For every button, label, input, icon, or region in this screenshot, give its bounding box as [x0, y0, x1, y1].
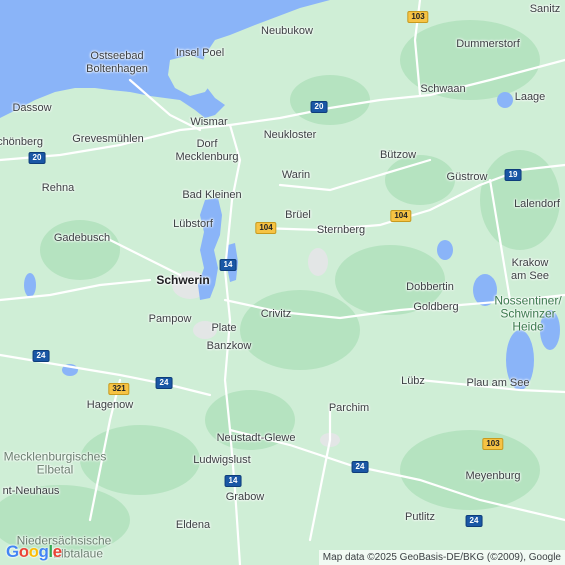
region-label-heide[interactable]: Heide: [512, 320, 543, 334]
town-label-grabow[interactable]: Grabow: [226, 491, 265, 503]
town-label-putlitz[interactable]: Putlitz: [405, 511, 435, 523]
road-shield-a20-west: 20: [28, 152, 46, 164]
town-label-plate[interactable]: Plate: [211, 322, 236, 334]
town-label-eldena[interactable]: Eldena: [176, 519, 210, 531]
town-label-sternberg[interactable]: Sternberg: [317, 224, 365, 236]
town-label-plau[interactable]: Plau am See: [467, 377, 530, 389]
town-label-gadebusch[interactable]: Gadebusch: [54, 232, 110, 244]
road-shield-a24-east: 24: [351, 461, 369, 473]
road-shield-a14-south: 14: [224, 475, 242, 487]
town-label-butzow[interactable]: Bützow: [380, 149, 416, 161]
town-label-wismar[interactable]: Wismar: [190, 116, 227, 128]
town-label-grevesmuhlen[interactable]: Grevesmühlen: [72, 133, 144, 145]
town-label-lubstorf[interactable]: Lübstorf: [173, 218, 213, 230]
google-logo[interactable]: Google: [6, 542, 62, 562]
town-label-bruel[interactable]: Brüel: [285, 209, 311, 221]
town-label-warin[interactable]: Warin: [282, 169, 310, 181]
town-label-banzkow[interactable]: Banzkow: [207, 340, 252, 352]
road-shield-a20: 20: [310, 101, 328, 113]
town-label-sanitz[interactable]: Sanitz: [530, 3, 561, 15]
town-label-insel-poel[interactable]: Insel Poel: [176, 47, 224, 59]
town-label-meyenburg[interactable]: Meyenburg: [465, 470, 520, 482]
town-label-ludwigslust[interactable]: Ludwigslust: [193, 454, 250, 466]
logo-letter: o: [18, 542, 29, 561]
road-shield-b104-east: 104: [390, 210, 412, 222]
town-label-dorf[interactable]: Dorf: [197, 138, 218, 150]
town-label-parchim[interactable]: Parchim: [329, 402, 369, 414]
logo-letter: e: [52, 542, 62, 561]
road-shield-b321: 321: [108, 383, 130, 395]
road-shield-a19: 19: [504, 169, 522, 181]
town-label-mecklenburg[interactable]: Mecklenburg: [176, 151, 239, 163]
town-label-schonberg[interactable]: chönberg: [0, 136, 43, 148]
town-label-rehna[interactable]: Rehna: [42, 182, 74, 194]
town-label-laage[interactable]: Laage: [515, 91, 546, 103]
town-label-hagenow[interactable]: Hagenow: [87, 399, 133, 411]
city-label-schwerin[interactable]: Schwerin: [156, 274, 209, 286]
town-label-lalendorf[interactable]: Lalendorf: [514, 198, 560, 210]
town-label-dassow[interactable]: Dassow: [12, 102, 51, 114]
logo-letter: g: [38, 542, 49, 561]
town-label-ostseebad[interactable]: Ostseebad: [90, 50, 143, 62]
town-label-crivitz[interactable]: Crivitz: [261, 308, 292, 320]
town-label-krakow[interactable]: Krakow: [512, 257, 549, 269]
road-shield-b103-south: 103: [482, 438, 504, 450]
town-label-gustrow[interactable]: Güstrow: [447, 171, 488, 183]
town-label-pampow[interactable]: Pampow: [149, 313, 192, 325]
road-shield-a24-west: 24: [32, 350, 50, 362]
town-label-schwaan[interactable]: Schwaan: [420, 83, 465, 95]
logo-letter: G: [6, 542, 19, 561]
town-label-neuhaus[interactable]: nt-Neuhaus: [3, 485, 60, 497]
town-label-am-see[interactable]: am See: [511, 270, 549, 282]
road-shield-b104-west: 104: [255, 222, 277, 234]
region-label-elbetal[interactable]: Elbetal: [37, 463, 74, 477]
town-label-neukloster[interactable]: Neukloster: [264, 129, 317, 141]
town-label-lubz[interactable]: Lübz: [401, 375, 425, 387]
road-shield-a14-north: 14: [219, 259, 237, 271]
town-label-goldberg[interactable]: Goldberg: [413, 301, 458, 313]
road-shield-b103: 103: [407, 11, 429, 23]
baltic-sea: [0, 0, 330, 118]
map-attribution[interactable]: Map data ©2025 GeoBasis-DE/BKG (©2009), …: [318, 550, 565, 565]
town-label-bad-kleinen[interactable]: Bad Kleinen: [182, 189, 241, 201]
road-shield-a24-southeast: 24: [465, 515, 483, 527]
town-label-dobbertin[interactable]: Dobbertin: [406, 281, 454, 293]
town-label-boltenhagen[interactable]: Boltenhagen: [86, 63, 148, 75]
road-shield-a24-mid: 24: [155, 377, 173, 389]
town-label-neustadt-glewe[interactable]: Neustadt-Glewe: [217, 432, 296, 444]
logo-letter: o: [28, 542, 39, 561]
town-label-neubukow[interactable]: Neubukow: [261, 25, 313, 37]
town-label-dummerstorf[interactable]: Dummerstorf: [456, 38, 520, 50]
map-viewport[interactable]: Sanitz Neubukow Dummerstorf Ostseebad Bo…: [0, 0, 565, 565]
